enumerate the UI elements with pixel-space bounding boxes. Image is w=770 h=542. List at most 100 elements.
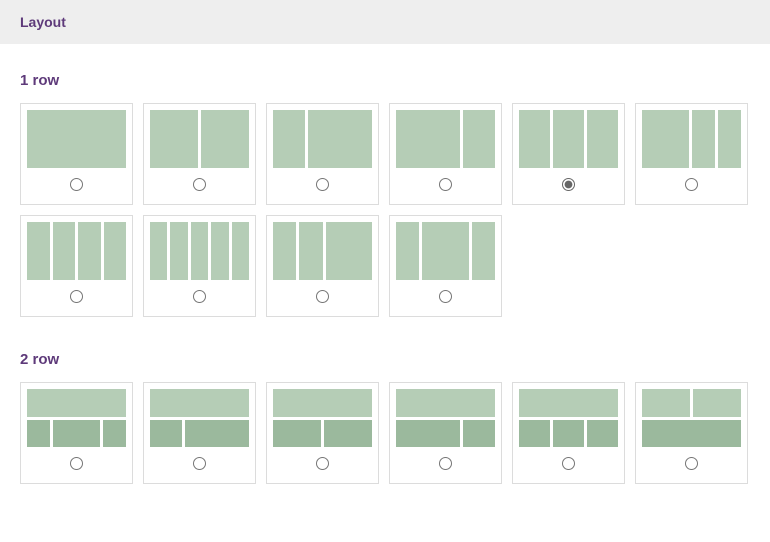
radio-wrap (562, 457, 575, 475)
preview-block (191, 222, 208, 280)
preview-row (27, 222, 126, 280)
preview-block (273, 110, 305, 168)
preview-block (396, 222, 419, 280)
preview-block (27, 389, 126, 417)
preview-block (201, 110, 249, 168)
layout-option-r2-2[interactable] (143, 382, 256, 484)
preview-block (396, 110, 460, 168)
preview-row (642, 420, 741, 448)
layout-option-r1-8[interactable] (143, 215, 256, 317)
preview-block (326, 222, 373, 280)
preview-block (150, 110, 198, 168)
layout-option-r1-3[interactable] (266, 103, 379, 205)
preview-row (642, 110, 741, 168)
layout-radio-r2-1[interactable] (70, 457, 83, 470)
layout-option-r2-3[interactable] (266, 382, 379, 484)
layout-option-r2-5[interactable] (512, 382, 625, 484)
radio-wrap (70, 178, 83, 196)
layout-radio-r1-6[interactable] (685, 178, 698, 191)
radio-wrap (439, 178, 452, 196)
preview-block (53, 420, 100, 448)
layout-option-r2-1[interactable] (20, 382, 133, 484)
panel-header: Layout (0, 0, 770, 44)
layout-radio-r1-2[interactable] (193, 178, 206, 191)
radio-wrap (685, 178, 698, 196)
layout-option-r2-6[interactable] (635, 382, 748, 484)
preview-row (150, 420, 249, 448)
preview-block (53, 222, 76, 280)
radio-wrap (562, 178, 575, 196)
preview-block (78, 222, 101, 280)
layout-radio-r1-1[interactable] (70, 178, 83, 191)
preview-block (324, 420, 372, 448)
preview-block (273, 420, 321, 448)
preview-block (472, 222, 495, 280)
layout-preview (273, 110, 372, 168)
preview-block (27, 110, 126, 168)
layout-preview (150, 110, 249, 168)
layout-radio-r2-4[interactable] (439, 457, 452, 470)
layout-preview (642, 389, 741, 447)
preview-block (693, 389, 741, 417)
layout-option-r1-10[interactable] (389, 215, 502, 317)
layout-option-r1-7[interactable] (20, 215, 133, 317)
layout-radio-r2-3[interactable] (316, 457, 329, 470)
layout-option-r1-4[interactable] (389, 103, 502, 205)
preview-block (299, 222, 322, 280)
section-title-2row: 2 row (20, 351, 750, 368)
layout-radio-r1-7[interactable] (70, 290, 83, 303)
preview-row (273, 420, 372, 448)
preview-row (273, 389, 372, 417)
preview-block (27, 222, 50, 280)
preview-block (519, 389, 618, 417)
layout-radio-r2-5[interactable] (562, 457, 575, 470)
preview-row (273, 222, 372, 280)
layout-radio-r1-10[interactable] (439, 290, 452, 303)
preview-block (642, 420, 741, 448)
layout-preview (642, 110, 741, 168)
preview-block (396, 420, 460, 448)
layout-radio-r2-6[interactable] (685, 457, 698, 470)
preview-row (519, 389, 618, 417)
preview-row (27, 110, 126, 168)
layout-option-r1-5[interactable] (512, 103, 625, 205)
layout-option-r1-6[interactable] (635, 103, 748, 205)
preview-block (185, 420, 249, 448)
layout-radio-r1-8[interactable] (193, 290, 206, 303)
layout-radio-r1-5[interactable] (562, 178, 575, 191)
layout-option-r2-4[interactable] (389, 382, 502, 484)
preview-block (642, 389, 690, 417)
preview-row (396, 110, 495, 168)
preview-block (27, 420, 50, 448)
preview-row (396, 222, 495, 280)
radio-wrap (193, 178, 206, 196)
layout-option-r1-2[interactable] (143, 103, 256, 205)
preview-block (553, 110, 584, 168)
radio-wrap (316, 457, 329, 475)
panel-title: Layout (20, 14, 66, 30)
preview-row (519, 420, 618, 448)
preview-block (718, 110, 741, 168)
layout-option-r1-1[interactable] (20, 103, 133, 205)
radio-wrap (193, 457, 206, 475)
section-title-1row: 1 row (20, 72, 750, 89)
preview-block (232, 222, 249, 280)
layout-preview (27, 222, 126, 280)
layout-radio-r1-3[interactable] (316, 178, 329, 191)
preview-block (150, 420, 182, 448)
preview-block (553, 420, 584, 448)
preview-block (273, 389, 372, 417)
radio-wrap (439, 457, 452, 475)
layout-preview (396, 389, 495, 447)
layout-radio-r1-4[interactable] (439, 178, 452, 191)
preview-row (273, 110, 372, 168)
preview-block (308, 110, 372, 168)
preview-block (587, 110, 618, 168)
preview-row (150, 110, 249, 168)
radio-wrap (316, 178, 329, 196)
preview-block (587, 420, 618, 448)
layout-preview (150, 389, 249, 447)
layout-radio-r1-9[interactable] (316, 290, 329, 303)
layout-radio-r2-2[interactable] (193, 457, 206, 470)
layout-option-r1-9[interactable] (266, 215, 379, 317)
